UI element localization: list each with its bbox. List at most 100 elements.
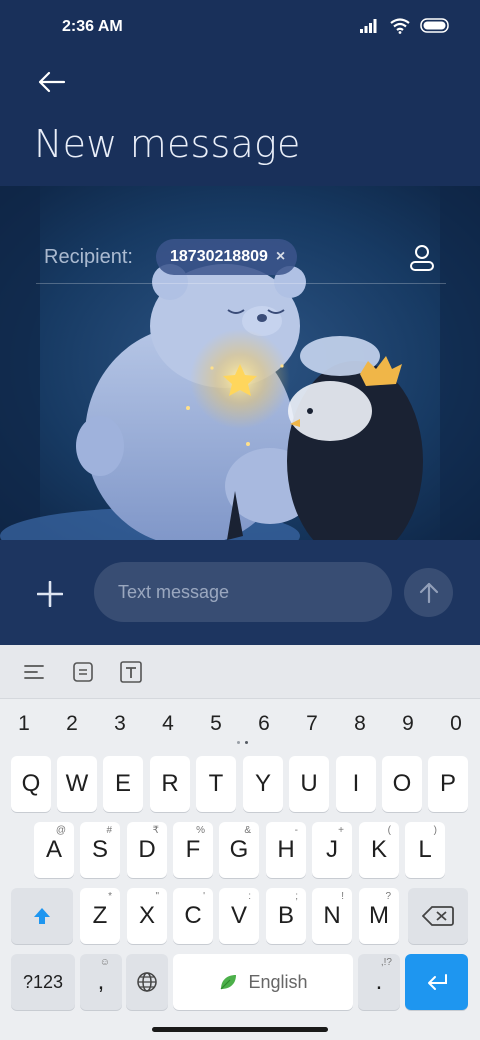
key-f-label: F: [185, 836, 201, 863]
key-a-hint: @: [55, 825, 66, 836]
key-b-label: B: [277, 902, 294, 929]
key-g-label: G: [229, 836, 249, 863]
emoji-icon: ☺: [99, 957, 110, 968]
key-m-hint: ?: [385, 891, 391, 902]
key-m[interactable]: ? M: [359, 888, 399, 944]
space-bar[interactable]: English: [173, 954, 353, 1010]
key-h-label: H: [277, 836, 295, 863]
key-x[interactable]: " X: [127, 888, 167, 944]
key-q[interactable]: Q: [11, 756, 51, 812]
back-arrow-icon: [38, 71, 66, 93]
key-e[interactable]: E: [103, 756, 143, 812]
key-6[interactable]: 6: [240, 705, 288, 743]
key-v-label: V: [230, 902, 247, 929]
key-8[interactable]: 8: [336, 705, 384, 743]
key-z-label: Z: [92, 902, 108, 929]
key-v-hint: :: [248, 891, 251, 902]
recipient-label: Recipient:: [44, 246, 133, 268]
key-n[interactable]: ! N: [312, 888, 352, 944]
key-p[interactable]: P: [428, 756, 468, 812]
recipient-chip-number: 18730218809: [170, 248, 268, 265]
language-key[interactable]: [126, 954, 168, 1010]
wifi-icon: [390, 18, 410, 34]
back-button[interactable]: [30, 62, 74, 102]
key-0[interactable]: 0: [432, 705, 480, 743]
space-bar-label: English: [248, 971, 308, 992]
key-y[interactable]: Y: [243, 756, 283, 812]
key-5[interactable]: 5: [192, 705, 240, 743]
emoji-comma-key[interactable]: ☺ ,: [80, 954, 122, 1010]
battery-icon: [420, 18, 449, 33]
key-w[interactable]: W: [57, 756, 97, 812]
page-title: New message: [34, 122, 301, 166]
key-m-label: M: [369, 902, 389, 929]
key-3[interactable]: 3: [96, 705, 144, 743]
plus-icon: [37, 581, 63, 607]
signal-icon: [360, 19, 377, 33]
key-9[interactable]: 9: [384, 705, 432, 743]
globe-icon: [137, 972, 157, 992]
key-j-hint: +: [338, 825, 344, 836]
symbols-key[interactable]: ?123: [11, 954, 75, 1010]
key-c-label: C: [184, 902, 202, 929]
key-n-hint: !: [341, 891, 344, 902]
chip-remove-icon[interactable]: ×: [276, 248, 285, 266]
key-a-label: A: [45, 836, 62, 863]
key-s[interactable]: # S: [80, 822, 120, 878]
clipboard-icon[interactable]: [69, 658, 97, 686]
menu-icon[interactable]: [20, 658, 48, 686]
key-n-label: N: [323, 902, 341, 929]
text-format-icon[interactable]: [117, 658, 145, 686]
key-c[interactable]: ' C: [173, 888, 213, 944]
message-input[interactable]: [94, 562, 392, 622]
backspace-key[interactable]: [408, 888, 468, 944]
shift-key[interactable]: [11, 888, 73, 944]
key-l-hint: ): [433, 825, 437, 836]
key-v[interactable]: :V: [219, 888, 259, 944]
key-4[interactable]: 4: [144, 705, 192, 743]
key-f-hint: %: [196, 825, 205, 836]
attach-button[interactable]: [26, 572, 74, 616]
shift-arrow-icon: [34, 908, 50, 924]
enter-key[interactable]: [405, 954, 468, 1010]
key-u[interactable]: U: [289, 756, 329, 812]
number-row: 1 2 3 4 5 6 7 8 9 0: [0, 705, 480, 743]
key-g[interactable]: & G: [219, 822, 259, 878]
key-k-label: K: [370, 836, 387, 863]
leaf-icon: [221, 975, 237, 990]
key-7[interactable]: 7: [288, 705, 336, 743]
contact-picker-button[interactable]: [404, 240, 440, 276]
key-g-hint: &: [244, 825, 251, 836]
home-indicator[interactable]: [152, 1027, 328, 1032]
key-z-hint: *: [108, 891, 112, 902]
key-h-hint: -: [294, 825, 298, 836]
backspace-icon: [422, 906, 454, 926]
key-2[interactable]: 2: [48, 705, 96, 743]
recipient-chip[interactable]: 18730218809 ×: [156, 239, 298, 275]
key-t[interactable]: T: [196, 756, 236, 812]
status-time: 2:36 AM: [62, 18, 123, 35]
period-hint: ,!?: [380, 957, 392, 968]
send-button[interactable]: [404, 568, 453, 617]
key-d-hint: ₹: [152, 825, 159, 836]
key-k[interactable]: (K: [359, 822, 399, 878]
key-1[interactable]: 1: [0, 705, 48, 743]
key-i[interactable]: I: [336, 756, 376, 812]
key-o[interactable]: O: [382, 756, 422, 812]
key-z[interactable]: * Z: [80, 888, 120, 944]
key-j[interactable]: + J: [312, 822, 352, 878]
person-icon: [410, 245, 434, 271]
key-b-hint: ;: [295, 891, 298, 902]
key-b[interactable]: ; B: [266, 888, 306, 944]
comma-label: ,: [97, 968, 105, 995]
period-key[interactable]: ,!? .: [358, 954, 400, 1010]
key-a[interactable]: @ A: [34, 822, 74, 878]
key-h[interactable]: -H: [266, 822, 306, 878]
key-s-label: S: [91, 836, 108, 863]
keyboard: 1 2 3 4 5 6 7 8 9 0 Q W E R T Y U I O P …: [0, 645, 480, 1040]
key-l[interactable]: ) L: [405, 822, 445, 878]
keyboard-page-indicator: [232, 741, 252, 747]
key-d[interactable]: ₹ D: [127, 822, 167, 878]
key-f[interactable]: % F: [173, 822, 213, 878]
key-r[interactable]: R: [150, 756, 190, 812]
